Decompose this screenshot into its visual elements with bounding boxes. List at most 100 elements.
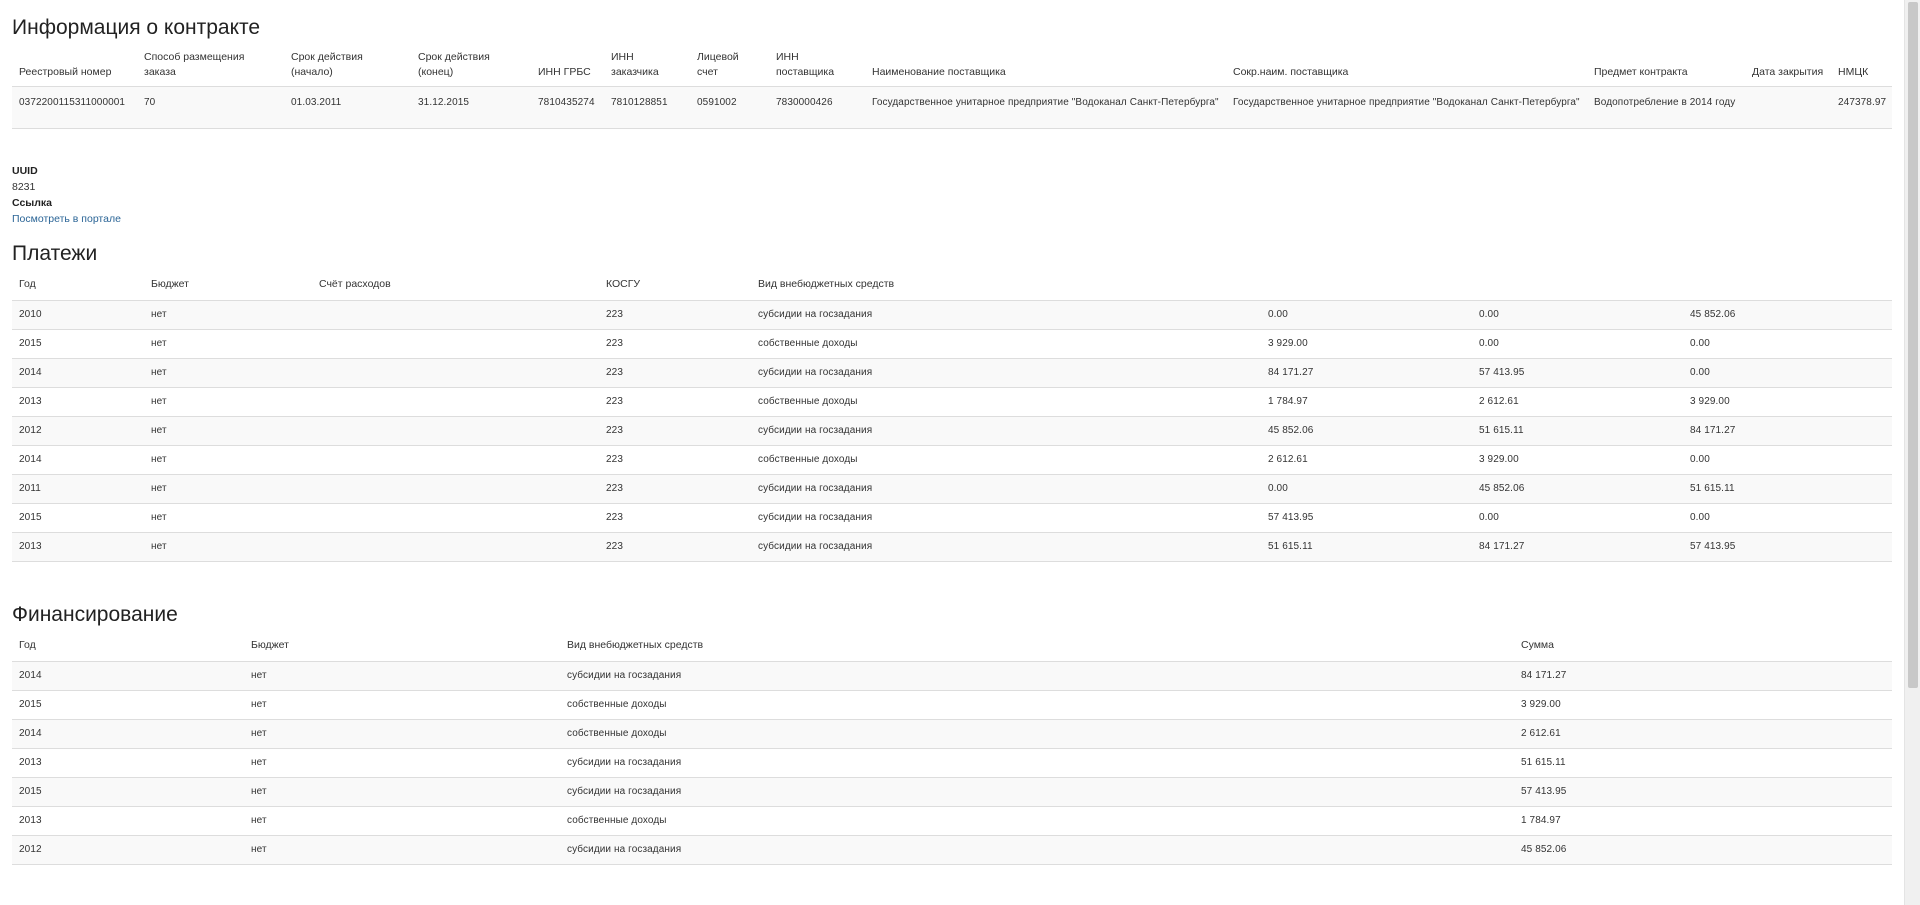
contract-cell: 247378.97 xyxy=(1831,86,1892,129)
contract-cell: 7810435274 xyxy=(531,86,604,129)
payment-cell: 0.00 xyxy=(1683,329,1892,359)
payment-cell: 84 171.27 xyxy=(1261,358,1472,388)
financing-cell: нет xyxy=(244,719,560,749)
payments-header-cell: Бюджет xyxy=(144,277,312,301)
financing-row: 2014 нет собственные доходы 2 612.61 xyxy=(12,719,1892,749)
financing-cell: 2013 xyxy=(12,748,244,778)
payment-cell: 2015 xyxy=(12,503,144,533)
payment-cell: 2013 xyxy=(12,387,144,417)
payment-cell xyxy=(312,532,599,562)
payment-cell: нет xyxy=(144,474,312,504)
payment-cell: 57 413.95 xyxy=(1683,532,1892,562)
payment-cell: 2 612.61 xyxy=(1261,445,1472,475)
contract-cell: 70 xyxy=(137,86,284,129)
uuid-value: 8231 xyxy=(12,181,36,193)
contract-header-cell: Реестровый номер xyxy=(12,50,137,87)
financing-row: 2015 нет субсидии на госзадания 57 413.95 xyxy=(12,777,1892,807)
payment-cell: 84 171.27 xyxy=(1683,416,1892,446)
payment-cell xyxy=(312,474,599,504)
payment-cell: 223 xyxy=(599,503,751,533)
financing-cell: 57 413.95 xyxy=(1514,777,1892,807)
financing-cell: 84 171.27 xyxy=(1514,661,1892,691)
payment-cell: нет xyxy=(144,329,312,359)
contract-title: Информация о контракте xyxy=(12,16,261,39)
contract-cell: Государственное унитарное предприятие "В… xyxy=(1226,86,1587,129)
contract-header-cell: Срок действия (начало) xyxy=(284,50,411,87)
payment-cell: 2015 xyxy=(12,329,144,359)
payment-cell xyxy=(312,503,599,533)
payment-cell: 223 xyxy=(599,445,751,475)
portal-link[interactable]: Посмотреть в портале xyxy=(12,213,121,225)
financing-header-cell: Бюджет xyxy=(244,638,560,662)
financing-row: 2013 нет субсидии на госзадания 51 615.11 xyxy=(12,748,1892,778)
payment-row: 2013 нет 223 субсидии на госзадания 51 615.1… xyxy=(12,532,1892,562)
financing-title: Финансирование xyxy=(12,603,178,626)
payments-header-cell xyxy=(1261,277,1472,301)
contract-header-row: Реестровый номер Способ размещения заказ… xyxy=(12,50,1892,87)
contract-cell xyxy=(1745,86,1831,129)
payment-cell: 223 xyxy=(599,358,751,388)
payment-row: 2013 нет 223 собственные доходы 1 784.97 2 61… xyxy=(12,387,1892,417)
payment-row: 2012 нет 223 субсидии на госзадания 45 852.0… xyxy=(12,416,1892,446)
payment-cell: 223 xyxy=(599,416,751,446)
contract-header-cell: ИНН поставщика xyxy=(769,50,865,87)
payment-row: 2015 нет 223 субсидии на госзадания 57 413.9… xyxy=(12,503,1892,533)
payment-cell: нет xyxy=(144,358,312,388)
contract-header-cell: Лицевой счет xyxy=(690,50,769,87)
payment-cell: 51 615.11 xyxy=(1683,474,1892,504)
contract-header-cell: Предмет контракта xyxy=(1587,50,1745,87)
financing-row: 2012 нет субсидии на госзадания 45 852.06 xyxy=(12,835,1892,865)
contract-cell: 7810128851 xyxy=(604,86,690,129)
payment-cell: субсидии на госзадания xyxy=(751,358,1261,388)
contract-header-cell: Дата закрытия xyxy=(1745,50,1831,87)
financing-cell: 2015 xyxy=(12,690,244,720)
link-label: Ссылка xyxy=(12,197,53,209)
contract-header-cell: Наименование поставщика xyxy=(865,50,1226,87)
payment-cell: 3 929.00 xyxy=(1472,445,1683,475)
financing-header-cell: Год xyxy=(12,638,244,662)
financing-cell: собственные доходы xyxy=(560,719,1514,749)
financing-cell: 2014 xyxy=(12,661,244,691)
payments-header-cell: КОСГУ xyxy=(599,277,751,301)
contract-header-cell: НМЦК xyxy=(1831,50,1892,87)
financing-table: Год Бюджет Вид внебюджетных средств Сумм… xyxy=(12,638,1892,865)
meta-block: UUID 8231 Ссылка Посмотреть в портале xyxy=(12,163,121,227)
vertical-scrollbar[interactable] xyxy=(1904,0,1920,905)
contract-row: 0372200115311000001 70 01.03.2011 31.12.… xyxy=(12,86,1892,129)
contract-header-cell: Сокр.наим. поставщика xyxy=(1226,50,1587,87)
payment-cell: нет xyxy=(144,416,312,446)
payment-cell: 2013 xyxy=(12,532,144,562)
payment-cell: субсидии на госзадания xyxy=(751,503,1261,533)
financing-header-row: Год Бюджет Вид внебюджетных средств Сумм… xyxy=(12,638,1892,662)
payment-cell: 3 929.00 xyxy=(1261,329,1472,359)
payment-cell xyxy=(312,387,599,417)
financing-cell: 45 852.06 xyxy=(1514,835,1892,865)
payment-row: 2011 нет 223 субсидии на госзадания 0.00 45 8… xyxy=(12,474,1892,504)
payment-cell: 0.00 xyxy=(1472,503,1683,533)
payment-cell: нет xyxy=(144,387,312,417)
contract-table: Реестровый номер Способ размещения заказ… xyxy=(12,50,1892,129)
financing-cell: нет xyxy=(244,806,560,836)
scrollbar-thumb[interactable] xyxy=(1908,2,1918,688)
contract-cell: Водопотребление в 2014 году xyxy=(1587,86,1745,129)
payments-title: Платежи xyxy=(12,242,98,265)
payment-cell: 0.00 xyxy=(1683,503,1892,533)
payments-header-row: Год Бюджет Счёт расходов КОСГУ Вид внебю… xyxy=(12,277,1892,301)
payment-cell: 51 615.11 xyxy=(1472,416,1683,446)
payment-cell: 57 413.95 xyxy=(1261,503,1472,533)
payment-cell: собственные доходы xyxy=(751,387,1261,417)
payment-cell: 223 xyxy=(599,387,751,417)
payment-cell: 2011 xyxy=(12,474,144,504)
payment-cell: 223 xyxy=(599,329,751,359)
payment-cell: 0.00 xyxy=(1261,474,1472,504)
payment-cell: 0.00 xyxy=(1683,358,1892,388)
payment-cell xyxy=(312,300,599,330)
financing-cell: 2 612.61 xyxy=(1514,719,1892,749)
payment-cell: 2012 xyxy=(12,416,144,446)
payment-row: 2015 нет 223 собственные доходы 3 929.00 0.00… xyxy=(12,329,1892,359)
uuid-label: UUID xyxy=(12,165,38,177)
payment-cell: 223 xyxy=(599,474,751,504)
contract-cell: 31.12.2015 xyxy=(411,86,531,129)
payment-cell: 84 171.27 xyxy=(1472,532,1683,562)
payment-cell xyxy=(312,416,599,446)
